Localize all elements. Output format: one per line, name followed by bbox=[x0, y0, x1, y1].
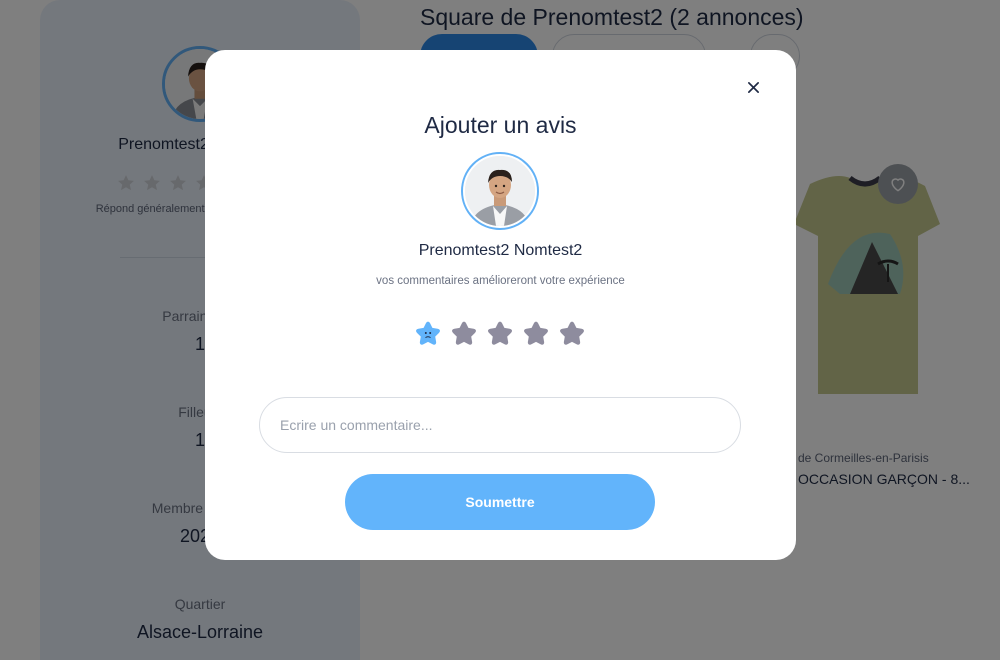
submit-button[interactable]: Soumettre bbox=[345, 474, 655, 530]
star-icon-5[interactable] bbox=[558, 319, 586, 347]
close-icon bbox=[747, 81, 759, 93]
review-modal: Ajouter un avis Prenomtest2 Nomtest2 vos… bbox=[205, 50, 796, 560]
modal-subtitle: vos commentaires amélioreront votre expé… bbox=[376, 275, 625, 287]
modal-title: Ajouter un avis bbox=[424, 112, 577, 138]
rating-stars bbox=[414, 319, 586, 347]
comment-input[interactable] bbox=[259, 397, 741, 453]
star-icon-4[interactable] bbox=[522, 319, 550, 347]
user-name: Prenomtest2 Nomtest2 bbox=[418, 242, 583, 259]
close-button[interactable] bbox=[740, 74, 766, 100]
star-icon-3[interactable] bbox=[486, 319, 514, 347]
user-avatar bbox=[461, 152, 539, 230]
star-icon-1-selected[interactable] bbox=[414, 319, 442, 347]
star-icon-2[interactable] bbox=[450, 319, 478, 347]
